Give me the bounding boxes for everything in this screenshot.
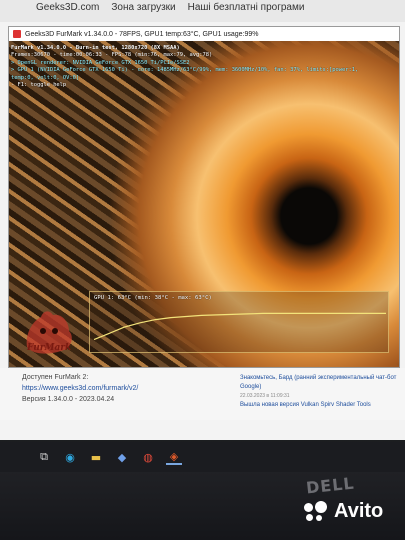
monitor-screen: Geeks3D.com Зона загрузки Наші безплатні… — [0, 0, 405, 440]
news-sidebar: Знакомьтесь, Бард (ранний эксперименталь… — [240, 374, 400, 410]
furmark2-available-text: Доступен FurMark 2: — [22, 374, 89, 381]
website-nav: Geeks3D.com Зона загрузки Наші безплатні… — [0, 0, 405, 22]
nav-item-downloads[interactable]: Зона загрузки — [111, 2, 175, 22]
photo-scene: Geeks3D.com Зона загрузки Наші безплатні… — [0, 0, 405, 540]
chrome-icon[interactable]: ◍ — [140, 449, 156, 465]
temperature-line — [93, 312, 386, 341]
news-link-vulkan[interactable]: Вышла новая версия Vulkan Spirv Shader T… — [240, 401, 400, 410]
news-link-bard[interactable]: Знакомьтесь, Бард (ранний эксперименталь… — [240, 374, 400, 392]
download-info: Доступен FurMark 2: https://www.geeks3d.… — [22, 372, 138, 405]
info-line-gpu: > GPU 1 (NVIDIA GeForce GTX 1650 Ti) - c… — [11, 67, 359, 81]
furmark-info-overlay: FurMark v1.34.0.0 - Burn-in test, 1280x7… — [11, 45, 371, 89]
furmark-app-icon — [13, 30, 21, 38]
info-line-help: - F1: toggle help — [11, 82, 67, 89]
version-text: Версия 1.34.0.0 - 2023.04.24 — [22, 396, 115, 403]
info-line-frames: Frames:30670 - time:00:06:33 - FPS:78 (m… — [11, 52, 213, 59]
website-content: Доступен FurMark 2: https://www.geeks3d.… — [0, 368, 405, 420]
gpu-temperature-graph: GPU 1: 63°C (min: 38°C - max: 63°C) — [89, 291, 389, 353]
furmark-window: Geeks3D FurMark v1.34.0.0 - 78FPS, GPU1 … — [8, 26, 400, 368]
nav-item-free-programs[interactable]: Наші безплатні програми — [188, 2, 305, 22]
task-view-icon[interactable]: ⧉ — [36, 449, 52, 465]
nav-item-site[interactable]: Geeks3D.com — [36, 2, 99, 22]
news-date: 22.03.2023 в 11:09:31 — [240, 393, 290, 399]
app-icon[interactable]: ◆ — [114, 449, 130, 465]
furmark-taskbar-icon[interactable]: ◈ — [166, 449, 182, 465]
avito-watermark: Avito — [304, 500, 383, 523]
furmark-window-title: Geeks3D FurMark v1.34.0.0 - 78FPS, GPU1 … — [25, 30, 259, 38]
avito-watermark-text: Avito — [334, 500, 384, 522]
furmark-titlebar[interactable]: Geeks3D FurMark v1.34.0.0 - 78FPS, GPU1 … — [9, 27, 399, 41]
furmark-logo-text: FurMark — [27, 343, 72, 353]
gpu-temperature-label: GPU 1: 63°C (min: 38°C - max: 63°C) — [94, 295, 212, 301]
temperature-line-plot — [93, 312, 386, 341]
file-explorer-icon[interactable]: ▬ — [88, 449, 104, 465]
avito-logo-icon — [304, 500, 330, 523]
edge-icon[interactable]: ◉ — [62, 449, 78, 465]
windows-taskbar: ⧉ ◉ ▬ ◆ ◍ ◈ — [0, 442, 405, 472]
furmark2-link[interactable]: https://www.geeks3d.com/furmark/v2/ — [22, 383, 138, 394]
